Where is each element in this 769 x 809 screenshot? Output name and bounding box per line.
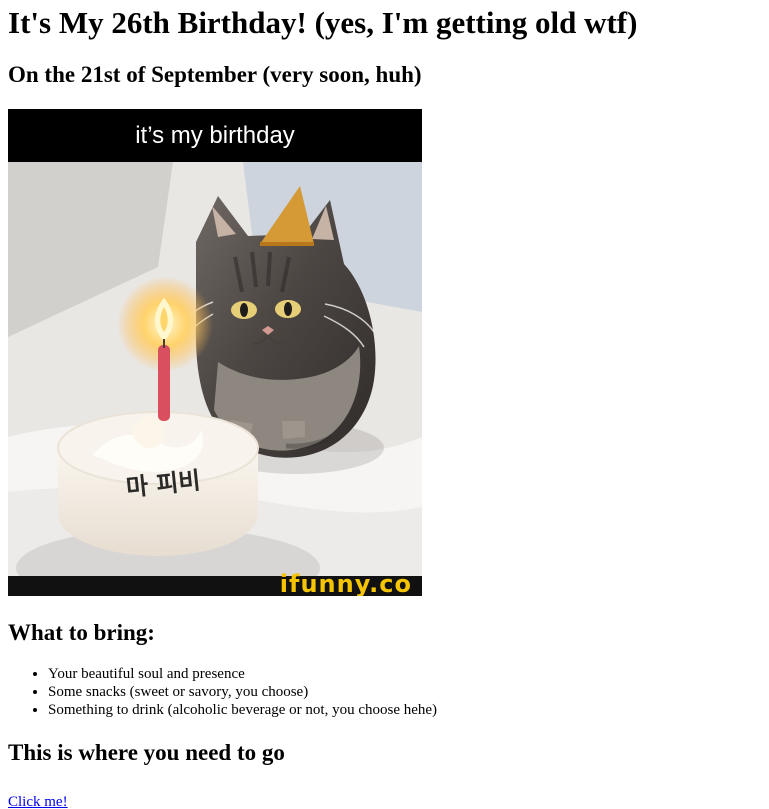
location-link-wrap: Click me! — [8, 793, 761, 809]
bring-item: Something to drink (alcoholic beverage o… — [48, 701, 761, 719]
location-link[interactable]: Click me! — [8, 794, 68, 809]
cat-birthday-illustration: 마 피비 — [8, 162, 422, 596]
bring-heading: What to bring: — [8, 620, 155, 645]
bring-list: Your beautiful soul and presence Some sn… — [8, 665, 761, 719]
cat-with-cake-photo: 마 피비 — [8, 162, 422, 596]
bring-item: Some snacks (sweet or savory, you choose… — [48, 683, 761, 701]
birthday-cat-image: it’s my birthday 마 피비 ifunny.co — [8, 109, 422, 596]
page-title: It's My 26th Birthday! (yes, I'm getting… — [8, 5, 638, 40]
bring-item: Your beautiful soul and presence — [48, 665, 761, 683]
meme-caption: it’s my birthday — [8, 109, 422, 162]
location-heading: This is where you need to go — [8, 740, 285, 765]
birthday-cake: 마 피비 — [57, 411, 259, 556]
ifunny-watermark: ifunny.co — [279, 570, 412, 596]
page-subtitle: On the 21st of September (very soon, huh… — [8, 62, 422, 87]
birthday-page: It's My 26th Birthday! (yes, I'm getting… — [0, 0, 769, 809]
